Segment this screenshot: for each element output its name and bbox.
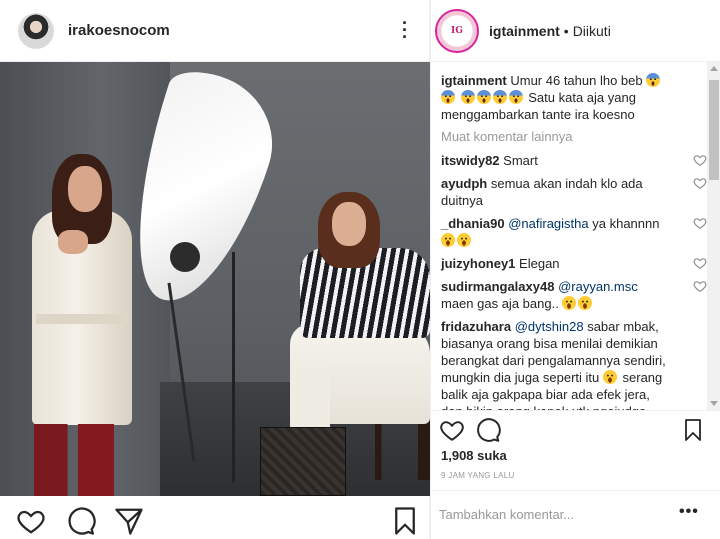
comment-user[interactable]: _dhania90 (441, 216, 505, 231)
scroll-up-arrow-icon[interactable] (710, 66, 718, 71)
heart-icon[interactable] (693, 176, 707, 190)
list-item: ayudph semua akan indah klo ada duitnya (441, 175, 707, 209)
share-icon[interactable] (114, 506, 144, 536)
comment-text: Elegan (519, 256, 560, 271)
list-item: fridazuhara @dytshin28 sabar mbak, biasa… (441, 318, 707, 410)
fearful-emoji-icon (492, 90, 507, 104)
left-username[interactable]: irakoesnocom (68, 22, 170, 39)
caption-text-1: Umur 46 tahun lho beb (510, 73, 643, 88)
comment-list: igtainment Umur 46 tahun lho beb Satu ka… (431, 62, 707, 410)
joy-emoji-icon (578, 296, 593, 310)
fearful-emoji-icon (476, 90, 491, 104)
heart-icon[interactable] (693, 153, 707, 167)
scream-emoji-icon (646, 73, 661, 87)
caption-user[interactable]: igtainment (441, 73, 507, 88)
comment-user[interactable]: sudirmangalaxy48 (441, 279, 554, 294)
caption: igtainment Umur 46 tahun lho beb Satu ka… (441, 72, 707, 123)
heart-icon[interactable] (693, 216, 707, 230)
more-options-icon[interactable]: ••• (679, 503, 699, 521)
fearful-emoji-icon (508, 90, 523, 104)
comments-panel: IG igtainment • Diikuti igtainment Umur … (430, 0, 720, 539)
post-photo[interactable] (0, 62, 430, 496)
joy-emoji-icon (562, 296, 577, 310)
comment-mention[interactable]: @dytshin28 (515, 319, 584, 334)
heart-icon[interactable] (439, 417, 465, 443)
list-item: juizyhoney1 Elegan (441, 255, 707, 272)
comment-user[interactable]: fridazuhara (441, 319, 511, 334)
avatar[interactable]: IG (435, 8, 479, 53)
comment-user[interactable]: itswidy82 (441, 153, 500, 168)
heart-icon[interactable] (693, 279, 707, 293)
like-count[interactable]: 1,908 suka (441, 448, 507, 463)
right-username[interactable]: igtainment (489, 23, 560, 39)
heart-icon[interactable] (693, 256, 707, 270)
comment-text: maen gas aja bang.. (441, 296, 559, 311)
background-post: irakoesnocom · · · (0, 0, 430, 539)
comment-user[interactable]: juizyhoney1 (441, 256, 515, 271)
list-item: _dhania90 @nafiragistha ya khannnn (441, 215, 707, 249)
scream-emoji-icon (460, 90, 475, 104)
avatar-logo: IG (451, 25, 463, 36)
bookmark-icon[interactable] (681, 417, 705, 443)
comment-text: ya khannnn (592, 216, 660, 231)
comment-icon[interactable] (66, 506, 96, 536)
list-item: itswidy82 Smart (441, 152, 707, 169)
separator-dot: • (563, 22, 569, 39)
more-vertical-icon[interactable]: · · · (400, 14, 410, 46)
comment-user[interactable]: ayudph (441, 176, 487, 191)
scroll-thumb[interactable] (709, 80, 719, 180)
scream-emoji-icon (441, 90, 455, 104)
comments-scrollbar[interactable] (707, 62, 720, 410)
timestamp: 9 JAM YANG LALU (441, 471, 515, 480)
follow-status[interactable]: Diikuti (573, 23, 611, 39)
grin-emoji-icon (441, 233, 455, 247)
comment-mention[interactable]: @nafiragistha (508, 216, 588, 231)
avatar[interactable] (18, 12, 54, 49)
comment-mention[interactable]: @rayyan.msc (558, 279, 638, 294)
comment-input[interactable] (439, 503, 669, 525)
load-more-comments[interactable]: Muat komentar lainnya (441, 129, 707, 144)
scroll-down-arrow-icon[interactable] (710, 401, 718, 406)
add-comment-bar: ••• (431, 490, 720, 539)
comment-text: Smart (503, 153, 538, 168)
heart-icon[interactable] (16, 506, 46, 536)
list-item: sudirmangalaxy48 @rayyan.msc maen gas aj… (441, 278, 707, 312)
comment-icon[interactable] (475, 417, 501, 443)
grin-emoji-icon (457, 233, 471, 247)
right-post-actions (431, 410, 720, 450)
left-post-header: irakoesnocom · · · (0, 0, 430, 62)
right-post-header: IG igtainment • Diikuti (431, 0, 720, 62)
bookmark-icon[interactable] (390, 506, 420, 536)
grimace-emoji-icon (602, 370, 617, 384)
left-post-actions (0, 496, 430, 539)
